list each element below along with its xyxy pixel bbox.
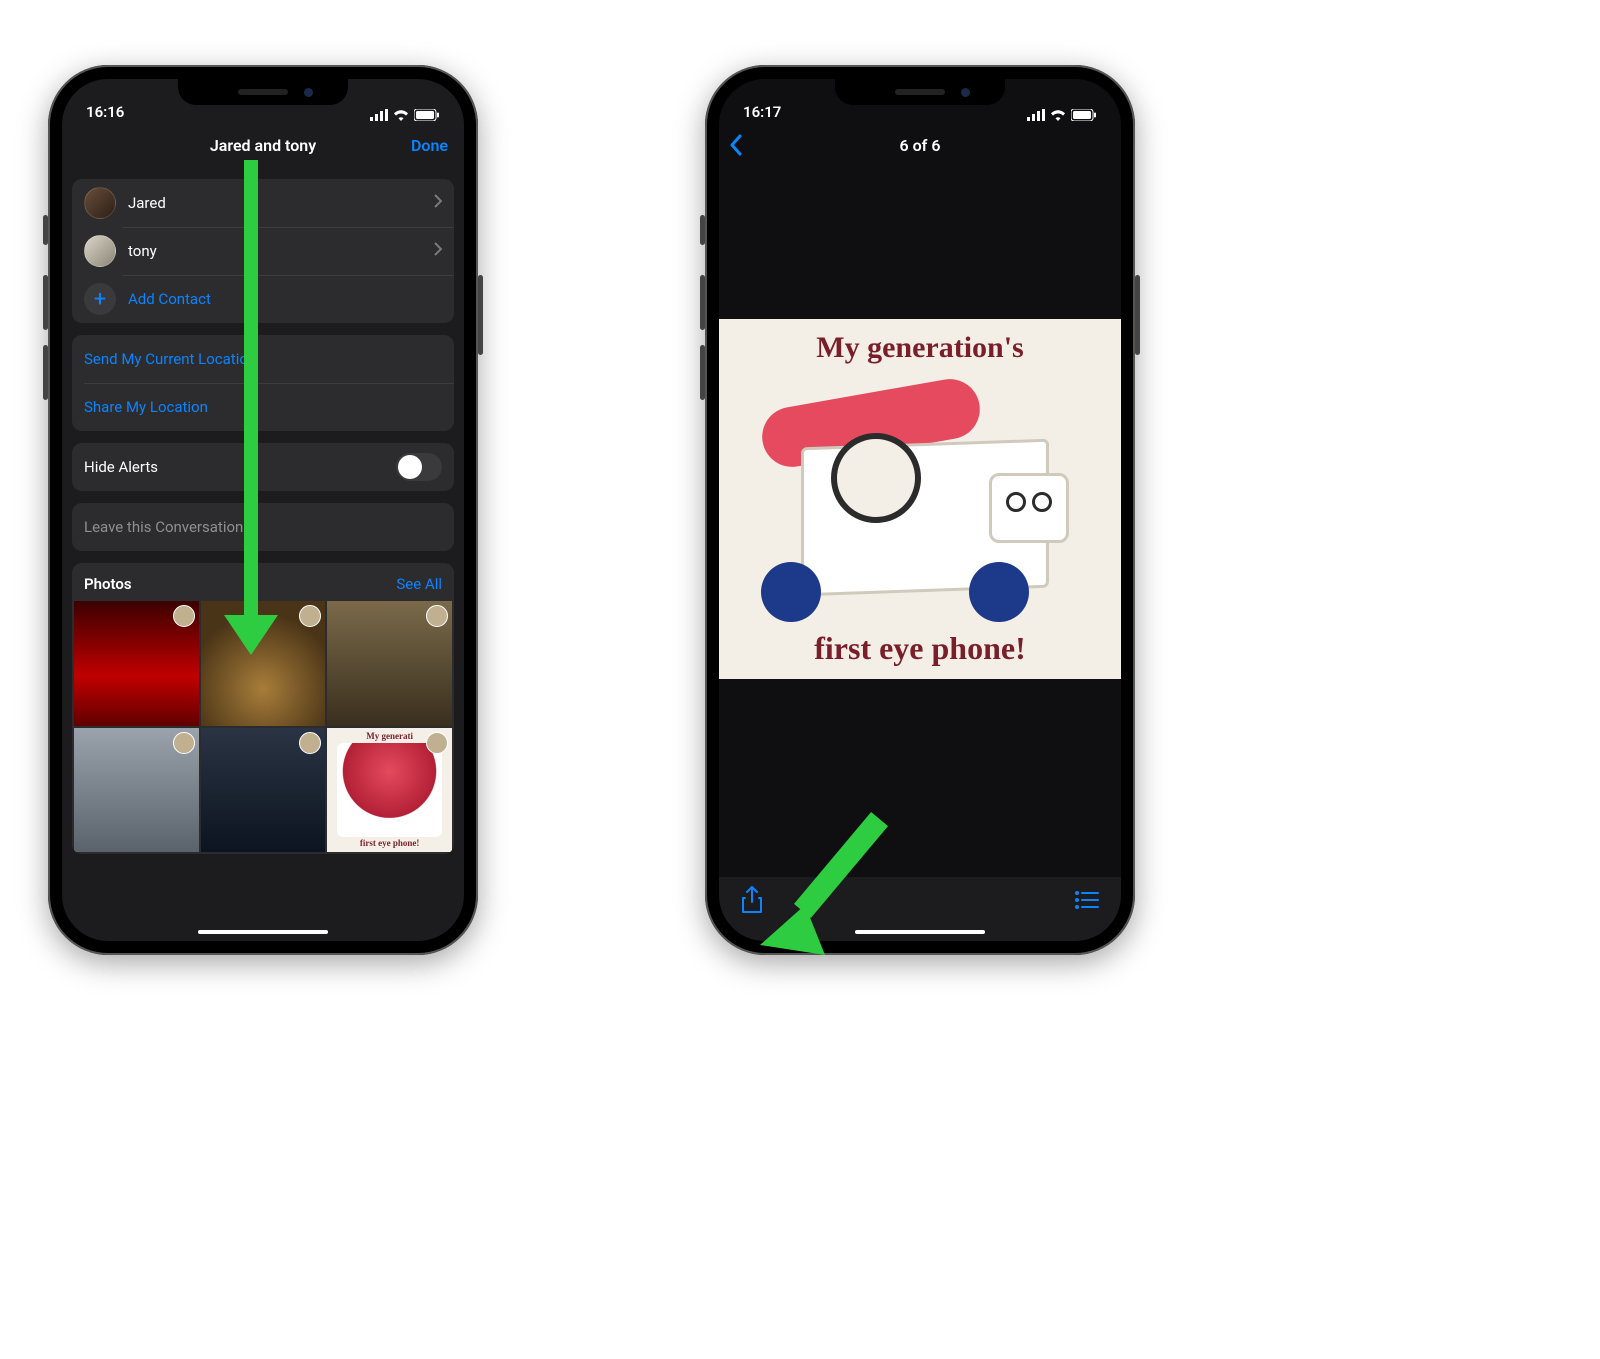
photo-thumbnail[interactable]: My generati first eye phone!: [327, 728, 452, 853]
share-icon: [741, 886, 763, 914]
done-button[interactable]: Done: [411, 123, 448, 167]
nav-title: 6 of 6: [900, 136, 941, 155]
phone-mockup-right: 16:17 6 of 6 My generation's: [705, 65, 1135, 955]
meme-thumb-text-bot: first eye phone!: [331, 839, 448, 848]
contact-name: Jared: [128, 194, 166, 212]
chevron-left-icon: [729, 134, 742, 156]
avatar: [84, 235, 116, 267]
battery-icon: [1071, 109, 1097, 121]
chevron-right-icon: [434, 194, 442, 212]
sender-avatar: [299, 732, 321, 754]
photo-viewer[interactable]: My generation's first eye phone!: [719, 319, 1121, 679]
photo-thumbnail[interactable]: [74, 601, 199, 726]
hide-alerts-label: Hide Alerts: [84, 458, 158, 476]
sender-avatar: [173, 605, 195, 627]
see-all-button[interactable]: See All: [396, 575, 442, 593]
photo-thumbnail[interactable]: [74, 728, 199, 853]
add-contact-label: Add Contact: [128, 290, 211, 308]
leave-card: Leave this Conversation: [72, 503, 454, 551]
location-card: Send My Current Location Share My Locati…: [72, 335, 454, 431]
photo-grid: My generati first eye phone!: [72, 601, 454, 854]
contact-row-jared[interactable]: Jared: [72, 179, 454, 227]
screen-right: 16:17 6 of 6 My generation's: [719, 79, 1121, 941]
hide-alerts-toggle[interactable]: [396, 453, 442, 481]
sender-avatar: [426, 605, 448, 627]
notch: [835, 79, 1005, 105]
nav-title: Jared and tony: [210, 136, 316, 155]
chevron-right-icon: [434, 242, 442, 260]
status-time: 16:16: [86, 103, 124, 121]
sender-avatar: [426, 732, 448, 754]
contact-row-tony[interactable]: tony: [72, 227, 454, 275]
status-time: 16:17: [743, 103, 781, 121]
home-indicator[interactable]: [198, 930, 328, 934]
nav-bar: Jared and tony Done: [62, 123, 464, 167]
photo-thumbnail[interactable]: [201, 601, 326, 726]
avatar: [84, 187, 116, 219]
plus-icon: +: [84, 283, 116, 315]
sender-avatar: [173, 732, 195, 754]
list-icon: [1075, 891, 1099, 909]
share-location-row[interactable]: Share My Location: [72, 383, 454, 431]
battery-icon: [414, 109, 440, 121]
wifi-icon: [393, 109, 409, 121]
screen-left: 16:16 Jared and tony Done Ja: [62, 79, 464, 941]
photos-header: Photos: [84, 575, 132, 593]
contacts-card: Jared tony + Add Contact: [72, 179, 454, 323]
back-button[interactable]: [729, 123, 742, 167]
leave-label: Leave this Conversation: [84, 518, 243, 536]
contact-name: tony: [128, 242, 157, 260]
photos-section: Photos See All My generati first eye pho…: [72, 563, 454, 854]
leave-conversation-row[interactable]: Leave this Conversation: [72, 503, 454, 551]
meme-text-top: My generation's: [731, 331, 1109, 365]
wifi-icon: [1050, 109, 1066, 121]
hide-alerts-row: Hide Alerts: [72, 443, 454, 491]
phone-mockup-left: 16:16 Jared and tony Done Ja: [48, 65, 478, 955]
notch: [178, 79, 348, 105]
share-location-label: Share My Location: [84, 398, 208, 416]
add-contact-row[interactable]: + Add Contact: [72, 275, 454, 323]
nav-bar: 6 of 6: [719, 123, 1121, 167]
share-button[interactable]: [741, 886, 763, 918]
sender-avatar: [299, 605, 321, 627]
send-location-row[interactable]: Send My Current Location: [72, 335, 454, 383]
cellular-signal-icon: [370, 109, 388, 121]
meme-text-bot: first eye phone!: [731, 630, 1109, 667]
list-button[interactable]: [1075, 891, 1099, 913]
photo-thumbnail[interactable]: [201, 728, 326, 853]
hide-alerts-card: Hide Alerts: [72, 443, 454, 491]
meme-illustration: [741, 373, 1099, 622]
cellular-signal-icon: [1027, 109, 1045, 121]
photo-thumbnail[interactable]: [327, 601, 452, 726]
home-indicator[interactable]: [855, 930, 985, 934]
send-location-label: Send My Current Location: [84, 350, 256, 368]
